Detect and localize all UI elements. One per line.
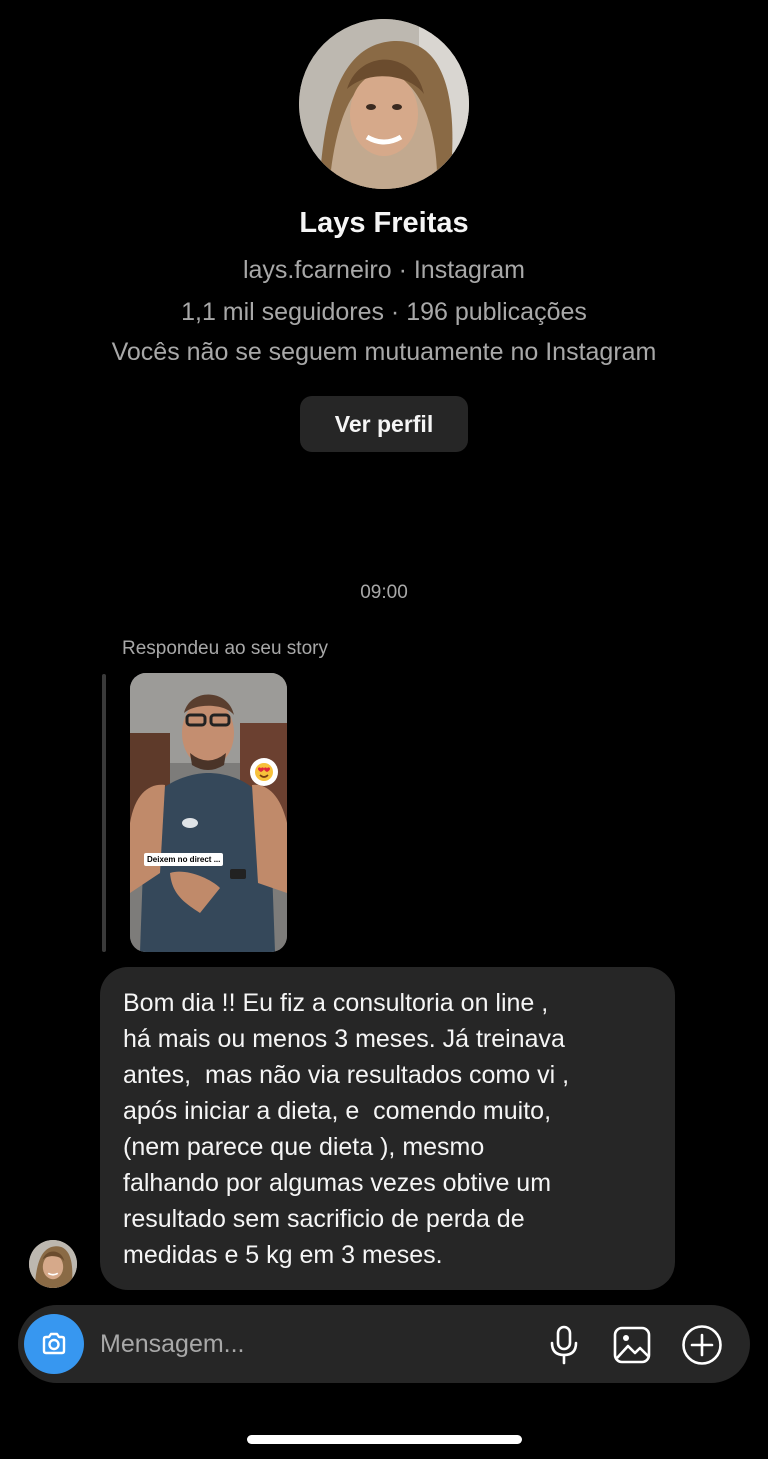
gallery-button[interactable] [610,1323,654,1367]
message-timestamp: 09:00 [360,582,408,603]
microphone-icon [550,1325,578,1365]
story-thumbnail[interactable]: Deixem no direct ... [130,673,287,952]
message-text: Bom dia !! Eu fiz a consultoria on line … [123,989,570,1269]
add-icon [682,1325,722,1365]
profile-stats: 1,1 mil seguidores · 196 publicações [181,298,587,326]
home-indicator[interactable] [247,1435,522,1444]
reply-indicator-bar [102,674,106,952]
profile-name: Lays Freitas [299,207,469,239]
camera-icon [42,1332,66,1355]
gallery-icon [613,1326,651,1364]
story-caption: Deixem no direct ... [144,853,224,866]
microphone-button[interactable] [542,1323,586,1367]
view-profile-button[interactable]: Ver perfil [300,396,468,452]
sender-avatar[interactable] [29,1240,77,1288]
camera-button[interactable] [24,1314,84,1374]
profile-avatar[interactable] [299,19,469,189]
add-button[interactable] [680,1323,724,1367]
profile-username: lays.fcarneiro · Instagram [242,256,526,284]
message-bubble[interactable]: Bom dia !! Eu fiz a consultoria on line … [100,967,675,1290]
story-reply-label: Respondeu ao seu story [122,638,328,659]
message-composer [18,1305,750,1383]
mutual-follow-status: Vocês não se seguem mutuamente no Instag… [111,338,657,366]
message-input[interactable] [100,1305,520,1383]
heart-eyes-emoji-icon [250,758,278,786]
